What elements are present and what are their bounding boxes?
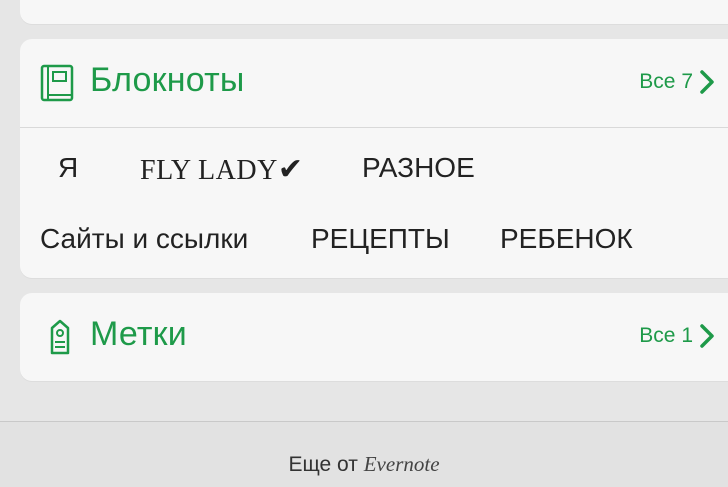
checkmark-icon: ✔: [277, 152, 304, 187]
tag-icon: [50, 319, 70, 355]
notebook-item[interactable]: РАЗНОЕ: [362, 152, 475, 184]
previous-section-card: [20, 0, 728, 24]
tags-header[interactable]: Метки Все 1: [20, 293, 728, 381]
notebooks-all-link[interactable]: Все 7: [639, 70, 693, 94]
notebook-icon: [40, 64, 74, 102]
notebook-item[interactable]: FLY LADY✔: [140, 152, 303, 187]
tags-card: Метки Все 1: [20, 293, 728, 381]
chevron-right-icon[interactable]: [698, 69, 716, 95]
notebook-item[interactable]: РЕБЕНОК: [500, 223, 633, 255]
notebooks-card: Блокноты Все 7 Я FLY LADY✔ РАЗНОЕ Сайты …: [20, 39, 728, 278]
notebooks-title: Блокноты: [90, 61, 245, 99]
tags-title: Метки: [90, 315, 187, 353]
more-from-evernote-link[interactable]: Еще от Evernote: [0, 452, 728, 477]
notebook-item[interactable]: Я: [58, 152, 78, 184]
notebook-item-label: FLY LADY: [140, 155, 278, 186]
tags-all-link[interactable]: Все 1: [639, 324, 693, 348]
notebook-item[interactable]: Сайты и ссылки: [40, 223, 248, 255]
notebooks-header[interactable]: Блокноты Все 7: [20, 39, 728, 128]
notebook-item[interactable]: РЕЦЕПТЫ: [311, 223, 450, 255]
chevron-right-icon[interactable]: [698, 323, 716, 349]
footer-brand: Evernote: [363, 452, 440, 476]
footer-prefix: Еще от: [288, 453, 358, 476]
footer[interactable]: Еще от Evernote: [0, 422, 728, 487]
